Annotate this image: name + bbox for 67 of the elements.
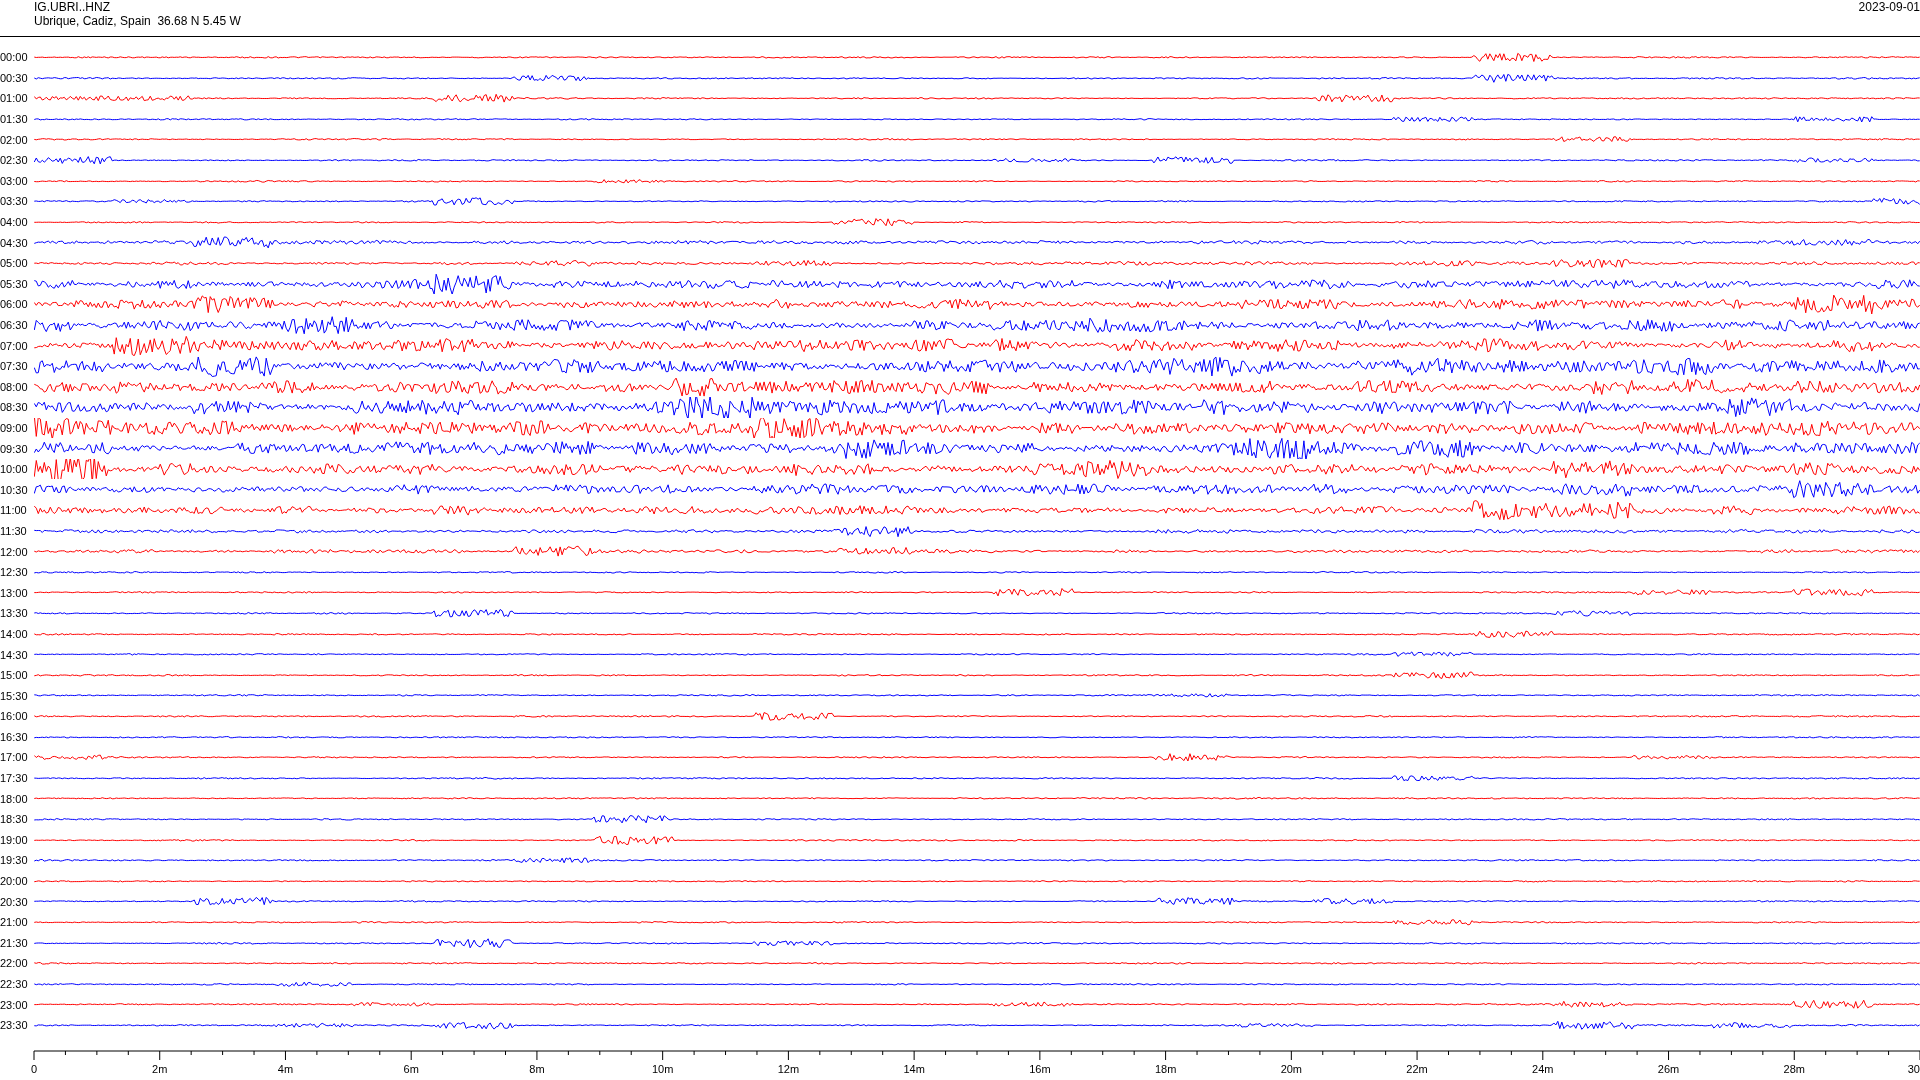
time-label: 03:00 xyxy=(0,174,29,187)
time-label: 19:00 xyxy=(0,833,29,846)
time-label: 02:00 xyxy=(0,133,29,146)
tick-label: 0 xyxy=(30,1062,38,1075)
time-label: 09:30 xyxy=(0,442,29,455)
time-label: 06:30 xyxy=(0,319,29,331)
time-label: 12:30 xyxy=(0,566,29,579)
time-label: 12:00 xyxy=(0,545,29,558)
time-label: 05:30 xyxy=(0,277,29,290)
time-label: 16:00 xyxy=(0,710,29,723)
time-label: 18:30 xyxy=(0,813,29,826)
time-label: 00:30 xyxy=(0,71,29,84)
time-label: 15:30 xyxy=(0,689,29,702)
tick-label: 28m xyxy=(1783,1062,1805,1075)
tick-label: 4m xyxy=(277,1062,294,1075)
time-label: 13:30 xyxy=(0,607,29,620)
time-label: 16:30 xyxy=(0,730,29,743)
station-location: Ubrique, Cadiz, Spain 36.68 N 5.45 W xyxy=(34,14,241,28)
time-label: 13:00 xyxy=(0,586,29,599)
tick-label: 14m xyxy=(903,1062,925,1075)
time-label: 10:30 xyxy=(0,483,29,496)
time-label: 17:00 xyxy=(0,751,29,764)
time-label: 04:00 xyxy=(0,216,29,229)
time-label: 11:30 xyxy=(0,524,28,537)
time-label: 14:00 xyxy=(0,627,29,640)
time-label: 10:00 xyxy=(0,463,29,476)
tick-label: 22m xyxy=(1406,1062,1428,1075)
time-label: 05:00 xyxy=(0,257,29,270)
time-label: 20:30 xyxy=(0,895,29,908)
tick-label: 8m xyxy=(529,1062,545,1075)
time-label: 23:30 xyxy=(0,1019,29,1032)
time-label: 08:30 xyxy=(0,401,29,414)
tick-label: 16m xyxy=(1029,1062,1051,1075)
tick-label: 12m xyxy=(777,1062,800,1075)
time-label: 18:00 xyxy=(0,792,29,805)
time-label: 22:30 xyxy=(0,978,29,990)
tick-label: 26m xyxy=(1657,1062,1680,1075)
time-label: 07:00 xyxy=(0,339,29,352)
time-label: 01:30 xyxy=(0,113,29,126)
time-label: 09:00 xyxy=(0,422,29,434)
time-label: 19:30 xyxy=(0,854,29,867)
time-label: 02:30 xyxy=(0,154,29,167)
time-label: 15:00 xyxy=(0,669,29,682)
time-label: 04:30 xyxy=(0,236,29,249)
time-label: 03:30 xyxy=(0,195,29,208)
time-label: 20:00 xyxy=(0,875,29,888)
time-label: 01:00 xyxy=(0,92,29,105)
tick-label: 18m xyxy=(1154,1062,1177,1075)
time-label: 08:00 xyxy=(0,380,29,393)
time-label: 23:00 xyxy=(0,998,29,1011)
time-label: 21:00 xyxy=(0,916,29,929)
tick-label: 2m xyxy=(152,1062,168,1075)
time-label: 00:00 xyxy=(0,51,29,64)
time-label: 22:00 xyxy=(0,957,29,970)
date-label: 2023-09-01 xyxy=(1858,0,1920,16)
tick-label: 10m xyxy=(651,1062,674,1075)
time-label: 06:00 xyxy=(0,298,29,311)
time-label: 14:30 xyxy=(0,648,29,661)
time-label: 21:30 xyxy=(0,936,29,949)
tick-label: 30 xyxy=(1907,1062,1920,1075)
time-label: 17:30 xyxy=(0,772,29,785)
time-label: 11:00 xyxy=(0,504,28,517)
tick-label: 20m xyxy=(1280,1062,1303,1075)
tick-label: 6m xyxy=(403,1062,419,1075)
station-code: IG.UBRI..HNZ xyxy=(34,0,111,14)
time-label: 07:30 xyxy=(0,360,29,373)
tick-label: 24m xyxy=(1532,1062,1554,1075)
